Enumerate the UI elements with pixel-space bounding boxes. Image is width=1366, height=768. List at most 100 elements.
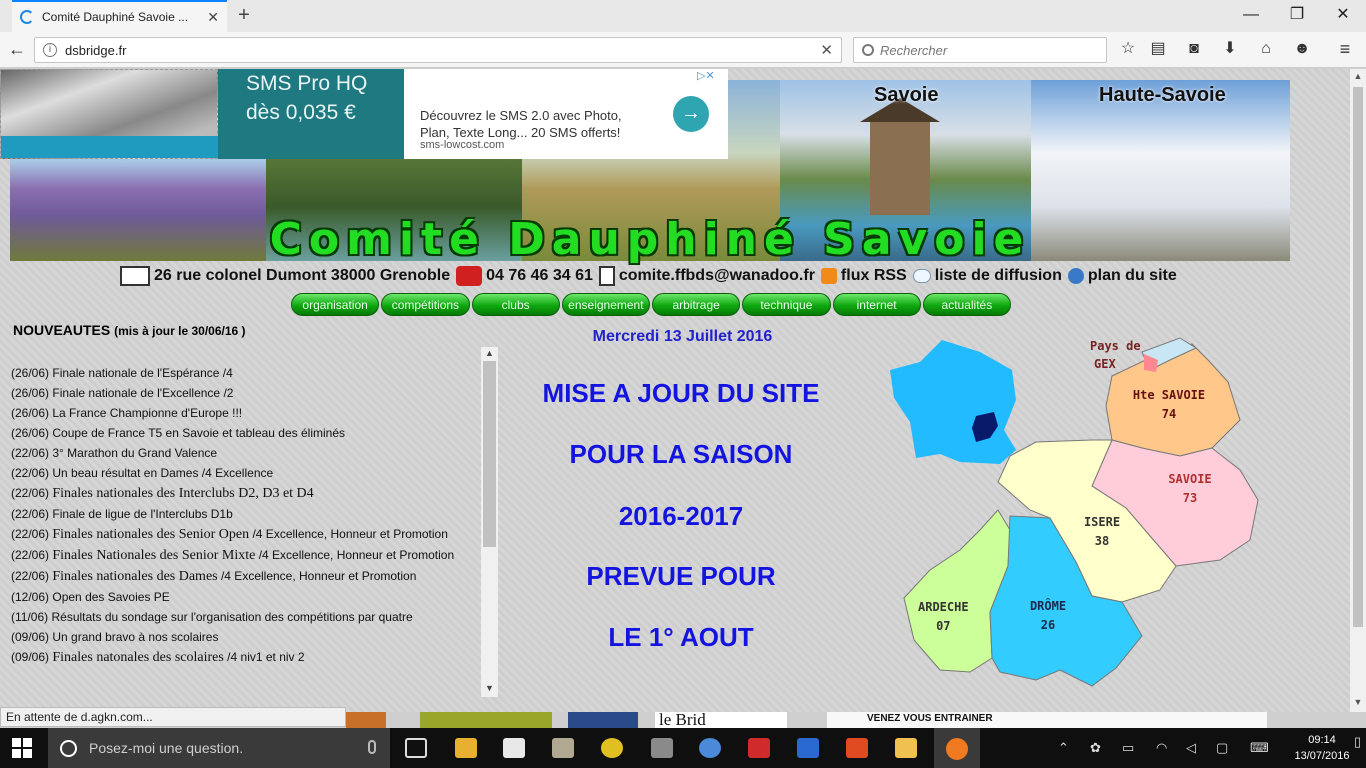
menu-icon[interactable]: ≡ (1334, 38, 1356, 60)
url-bar[interactable]: i dsbridge.fr ✕ (34, 37, 842, 63)
windows-start-icon[interactable] (12, 738, 32, 758)
tray-app-icon[interactable]: ✿ (1090, 740, 1101, 756)
bookmark-star-icon[interactable]: ☆ (1117, 38, 1139, 60)
firefox-taskbar-button[interactable] (934, 728, 980, 768)
news-scroll-down-icon[interactable]: ▼ (481, 683, 498, 693)
sitemap-link[interactable]: plan du site (1088, 267, 1177, 285)
task-view-icon[interactable] (405, 738, 427, 758)
news-text[interactable]: La France Championne d'Europe !!! (52, 406, 242, 420)
emoji-icon[interactable]: ☻ (1291, 38, 1313, 60)
news-item[interactable]: (26/06) Coupe de France T5 en Savoie et … (8, 424, 478, 444)
news-text[interactable]: Coupe de France T5 en Savoie et tableau … (52, 426, 345, 440)
nav-arbitrage[interactable]: arbitrage (652, 293, 741, 316)
app-icon-3[interactable] (651, 738, 673, 758)
tray-chevron-icon[interactable]: ⌃ (1058, 740, 1069, 756)
news-item[interactable]: (11/06) Résultats du sondage sur l'organ… (8, 608, 478, 628)
scrollbar-thumb[interactable] (1353, 87, 1363, 627)
chrome-icon[interactable] (699, 738, 721, 758)
news-text[interactable]: /4 niv1 et niv 2 (227, 650, 304, 664)
microphone-icon[interactable] (368, 740, 376, 754)
keyboard-icon[interactable]: ⌨ (1250, 740, 1269, 756)
minimize-button[interactable]: — (1228, 0, 1274, 32)
news-scroll-up-icon[interactable]: ▲ (481, 348, 498, 358)
clock[interactable]: 09:14 13/07/2016 (1290, 732, 1354, 764)
app-icon-6[interactable] (846, 738, 868, 758)
rss-icon[interactable] (820, 268, 837, 284)
news-item[interactable]: (22/06) Un beau résultat en Dames /4 Exc… (8, 464, 478, 484)
notifications-icon[interactable]: ▢ (1216, 740, 1228, 756)
scroll-up-icon[interactable]: ▲ (1350, 71, 1366, 81)
ad-close-icon[interactable]: ▷✕ (697, 69, 715, 82)
news-text[interactable]: Open des Savoies PE (52, 590, 169, 604)
news-text[interactable]: 3° Marathon du Grand Valence (52, 446, 217, 460)
news-item[interactable]: (12/06) Open des Savoies PE (8, 588, 478, 608)
email-link[interactable]: comite.ffbds@wanadoo.fr (619, 267, 815, 285)
partner-logo-3[interactable] (568, 712, 638, 728)
search-input[interactable]: Rechercher (853, 37, 1107, 63)
mailing-list-link[interactable]: liste de diffusion (935, 267, 1062, 285)
close-window-button[interactable]: ✕ (1320, 0, 1366, 32)
news-text[interactable]: Finale nationale de l'Excellence /2 (52, 386, 233, 400)
home-icon[interactable]: ⌂ (1255, 38, 1277, 60)
browser-tab[interactable]: Comité Dauphiné Savoie ... ✕ (12, 0, 227, 32)
news-item[interactable]: (26/06) Finale nationale de l'Excellence… (8, 384, 478, 404)
news-item[interactable]: (22/06) Finales nationales des Dames /4 … (8, 567, 478, 588)
nav-clubs[interactable]: clubs (471, 293, 560, 316)
news-text[interactable]: Finale nationale de l'Espérance /4 (52, 366, 232, 380)
news-headline[interactable]: Finales natonales des scolaires (52, 650, 223, 665)
news-item[interactable]: (22/06) Finales nationales des Interclub… (8, 484, 478, 505)
nav-enseignement[interactable]: enseignement (561, 293, 650, 316)
mail-icon[interactable] (895, 738, 917, 758)
new-tab-button[interactable]: + (232, 4, 256, 28)
wifi-icon[interactable]: ◠ (1156, 740, 1167, 756)
battery-icon[interactable]: ▭ (1122, 740, 1134, 756)
news-item[interactable]: (22/06) Finales Nationales des Senior Mi… (8, 546, 478, 567)
app-icon-2[interactable] (601, 738, 623, 758)
nav-technique[interactable]: technique (742, 293, 831, 316)
cortana-search[interactable]: Posez-moi une question. (48, 728, 390, 768)
news-text[interactable]: Finale de ligue de l'Interclubs D1b (52, 507, 232, 521)
news-text[interactable]: /4 Excellence, Honneur et Promotion (221, 569, 416, 583)
partner-logo-bridge[interactable]: le Brid (655, 711, 787, 728)
news-item[interactable]: (09/06) Finales natonales des scolaires … (8, 648, 478, 669)
nav-competitions[interactable]: compétitions (381, 293, 470, 316)
action-center-icon[interactable]: ▯ (1354, 734, 1361, 750)
page-scrollbar[interactable]: ▲ ▼ (1350, 69, 1366, 712)
partner-logo-1[interactable] (346, 712, 386, 728)
speech-bubble-icon[interactable] (912, 269, 931, 283)
news-item[interactable]: (22/06) 3° Marathon du Grand Valence (8, 444, 478, 464)
clear-url-icon[interactable]: ✕ (820, 41, 833, 59)
news-item[interactable]: (09/06) Un grand bravo à nos scolaires (8, 628, 478, 648)
tab-close-button[interactable]: ✕ (207, 9, 219, 26)
news-item[interactable]: (26/06) Finale nationale de l'Espérance … (8, 364, 478, 384)
app-icon-4[interactable] (748, 738, 770, 758)
app-icon-5[interactable] (797, 738, 819, 758)
news-text[interactable]: /4 Excellence, Honneur et Promotion (252, 527, 447, 541)
partner-banner[interactable]: VENEZ VOUS ENTRAINER (827, 712, 1267, 728)
news-item[interactable]: (22/06) Finales nationales des Senior Op… (8, 525, 478, 546)
news-text[interactable]: Résultats du sondage sur l'organisation … (51, 610, 412, 624)
download-icon[interactable]: ⬇ (1219, 38, 1241, 60)
news-scrollbar[interactable]: ▲ ▼ (481, 347, 498, 697)
news-text[interactable]: Un grand bravo à nos scolaires (52, 630, 218, 644)
back-icon[interactable]: ← (6, 38, 28, 60)
nav-internet[interactable]: internet (832, 293, 921, 316)
news-scroll-thumb[interactable] (483, 361, 496, 547)
file-explorer-icon[interactable] (455, 738, 477, 758)
region-map[interactable]: Pays de GEX Hte SAVOIE 74 SAVOIE 73 ISER… (880, 330, 1270, 695)
news-item[interactable]: (26/06) La France Championne d'Europe !!… (8, 404, 478, 424)
info-icon[interactable]: i (43, 43, 57, 57)
news-headline[interactable]: Finales nationales des Senior Open (52, 527, 249, 542)
news-text[interactable]: Un beau résultat en Dames /4 Excellence (52, 466, 273, 480)
scroll-down-icon[interactable]: ▼ (1350, 697, 1366, 707)
pocket-icon[interactable]: ◙ (1183, 38, 1205, 60)
volume-icon[interactable]: ◁ (1186, 740, 1196, 756)
ad-arrow-icon[interactable]: → (673, 96, 709, 132)
advertisement[interactable]: SMS Pro HQ dès 0,035 € Découvrez le SMS … (0, 69, 728, 159)
globe-icon[interactable] (1067, 268, 1084, 284)
rss-link[interactable]: flux RSS (841, 267, 907, 285)
news-text[interactable]: /4 Excellence, Honneur et Promotion (259, 548, 454, 562)
maximize-button[interactable]: ❐ (1274, 0, 1320, 32)
partner-logo-2[interactable] (420, 712, 552, 728)
reading-list-icon[interactable]: ▤ (1147, 38, 1169, 60)
